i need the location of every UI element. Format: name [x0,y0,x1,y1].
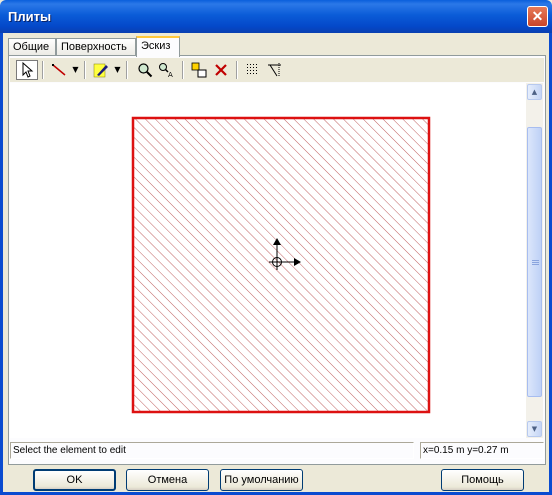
ok-button[interactable]: OK [33,469,116,491]
toolbar-separator [236,61,238,79]
snap-grid-icon[interactable] [264,60,286,80]
tab-sketch[interactable]: Эскиз [136,36,180,57]
move-element-icon[interactable] [188,60,210,80]
help-button[interactable]: Помощь [441,469,524,491]
window-frame-left [0,33,3,495]
grid-icon[interactable] [242,60,264,80]
cursor-coordinates: x=0.15 m y=0.27 m [420,442,544,459]
zoom-all-icon[interactable]: A [156,60,178,80]
scroll-up-button[interactable]: ▲ [527,84,542,100]
status-bar: Select the element to edit x=0.15 m y=0.… [10,442,544,459]
toolbar-separator [182,61,184,79]
status-message: Select the element to edit [10,442,414,459]
sketch-drawing [131,116,431,414]
tab-general[interactable]: Общие [8,38,56,55]
close-button[interactable]: ✕ [527,6,548,27]
scroll-down-button[interactable]: ▼ [527,421,542,437]
select-arrow-icon[interactable] [16,60,38,80]
toolbar-separator [126,61,128,79]
grip-line [532,262,539,263]
default-button[interactable]: По умолчанию [220,469,303,491]
grip-line [532,264,539,265]
grip-line [532,260,539,261]
line-tool-dropdown[interactable]: ▼ [71,64,80,76]
vertical-scrollbar[interactable]: ▲ ▼ [526,83,543,438]
toolbar: ▼ ▼ A [10,58,544,82]
window-title: Плиты [8,9,52,24]
scroll-thumb[interactable] [527,127,542,397]
toolbar-separator [42,61,44,79]
sketch-canvas[interactable] [10,83,526,438]
tab-surface[interactable]: Поверхность [56,38,136,55]
cancel-button[interactable]: Отмена [126,469,209,491]
pencil-edit-icon[interactable] [90,60,112,80]
zoom-icon[interactable] [134,60,156,80]
line-tool-icon[interactable] [48,60,70,80]
title-bar: Плиты ✕ [0,0,552,33]
delete-x-icon[interactable] [210,60,232,80]
zoom-all-label: A [168,71,173,78]
pencil-dropdown[interactable]: ▼ [113,64,122,76]
toolbar-separator [84,61,86,79]
